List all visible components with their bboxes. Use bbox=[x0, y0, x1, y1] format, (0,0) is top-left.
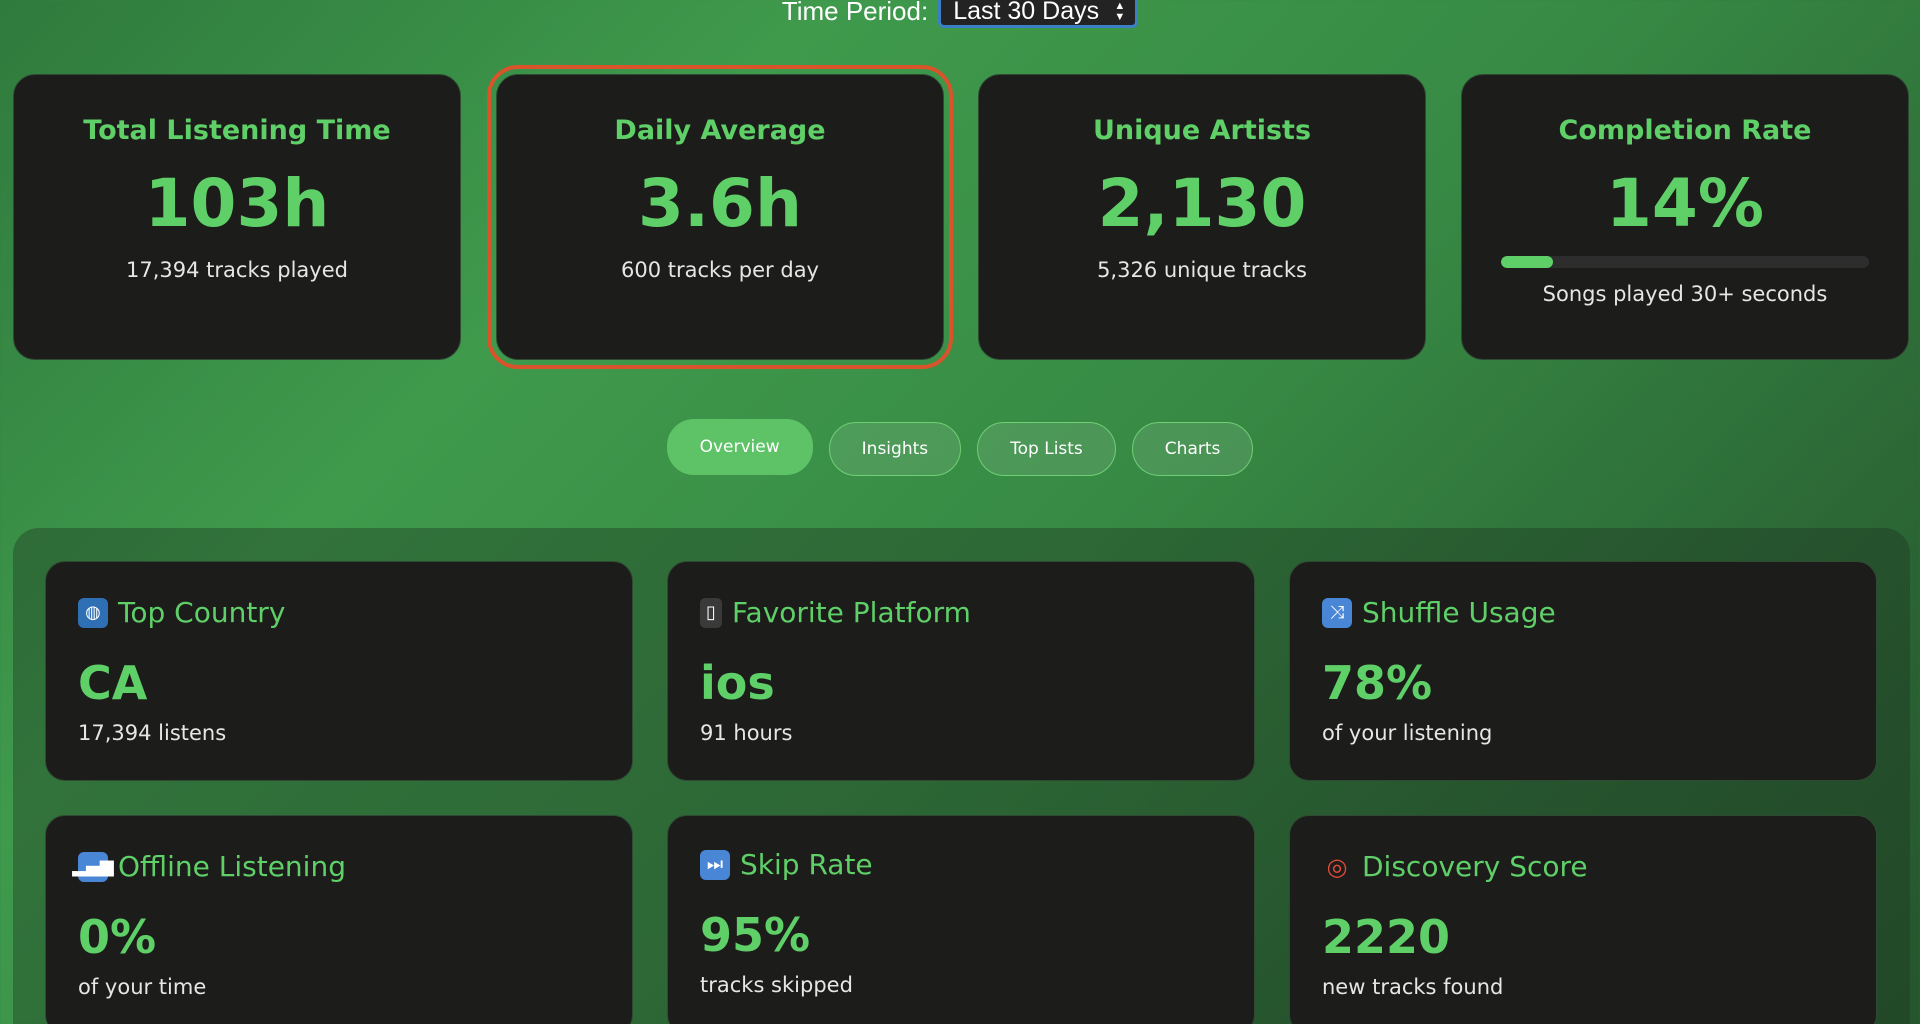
card-subtext: tracks skipped bbox=[700, 973, 853, 997]
stat-card-completion-rate: Completion Rate 14% Songs played 30+ sec… bbox=[1461, 74, 1909, 360]
phone-icon: ▯ bbox=[700, 597, 722, 628]
card-subtext: new tracks found bbox=[1322, 975, 1504, 999]
card-value: 78% bbox=[1322, 656, 1433, 710]
stat-card-unique-artists: Unique Artists 2,130 5,326 unique tracks bbox=[978, 74, 1426, 360]
stat-subtext: Songs played 30+ seconds bbox=[1542, 282, 1828, 306]
time-period-select[interactable]: Last 30 Days ▲ ▼ bbox=[938, 0, 1139, 28]
stat-value: 14% bbox=[1606, 165, 1764, 242]
signal-icon: ▂▄▆ bbox=[72, 851, 114, 882]
select-updown-icon: ▲ ▼ bbox=[1114, 0, 1126, 23]
card-value: ios bbox=[700, 656, 775, 710]
overview-panel: ◍ Top Country CA 17,394 listens ▯ Favori… bbox=[13, 528, 1910, 1024]
time-period-bar: Time Period: Last 30 Days ▲ ▼ bbox=[0, 0, 1920, 28]
card-value: 95% bbox=[700, 908, 811, 962]
time-period-selected-value: Last 30 Days bbox=[953, 0, 1100, 25]
target-icon: ◎ bbox=[1326, 852, 1348, 881]
card-value: CA bbox=[78, 656, 148, 710]
globe-icon: ◍ bbox=[78, 597, 108, 628]
card-title: Skip Rate bbox=[740, 848, 873, 881]
view-tabs: Overview Insights Top Lists Charts bbox=[0, 419, 1920, 476]
card-value: 2220 bbox=[1322, 910, 1451, 964]
completion-progress-fill bbox=[1501, 256, 1553, 268]
stat-title: Daily Average bbox=[614, 115, 826, 146]
card-favorite-platform: ▯ Favorite Platform ios 91 hours bbox=[667, 561, 1255, 781]
time-period-label: Time Period: bbox=[781, 0, 929, 26]
card-subtext: of your listening bbox=[1322, 721, 1493, 745]
stat-subtext: 600 tracks per day bbox=[620, 258, 819, 282]
stat-subtext: 5,326 unique tracks bbox=[1097, 258, 1307, 282]
shuffle-icon: ⤨ bbox=[1322, 597, 1352, 628]
tab-insights[interactable]: Insights bbox=[828, 422, 962, 476]
tab-top-lists[interactable]: Top Lists bbox=[977, 422, 1116, 476]
card-title: Offline Listening bbox=[118, 850, 346, 883]
stat-card-total-listening-time: Total Listening Time 103h 17,394 tracks … bbox=[13, 74, 461, 360]
card-top-country: ◍ Top Country CA 17,394 listens bbox=[45, 561, 633, 781]
completion-progress-bar bbox=[1501, 256, 1869, 268]
card-skip-rate: ⏭ Skip Rate 95% tracks skipped bbox=[667, 815, 1255, 1024]
card-subtext: 17,394 listens bbox=[78, 721, 227, 745]
card-value: 0% bbox=[78, 910, 157, 964]
skip-forward-icon: ⏭ bbox=[700, 849, 730, 880]
card-title: Top Country bbox=[118, 596, 286, 629]
stat-card-daily-average: Daily Average 3.6h 600 tracks per day bbox=[487, 65, 953, 369]
tab-overview[interactable]: Overview bbox=[666, 419, 813, 475]
card-shuffle-usage: ⤨ Shuffle Usage 78% of your listening bbox=[1289, 561, 1877, 781]
tab-charts[interactable]: Charts bbox=[1131, 422, 1254, 476]
stat-value: 103h bbox=[144, 165, 330, 242]
stat-value: 3.6h bbox=[638, 165, 802, 242]
stat-title: Completion Rate bbox=[1558, 115, 1812, 146]
card-title: Shuffle Usage bbox=[1362, 596, 1556, 629]
card-subtext: of your time bbox=[78, 975, 207, 999]
card-offline-listening: ▂▄▆ Offline Listening 0% of your time bbox=[45, 815, 633, 1024]
stat-subtext: 17,394 tracks played bbox=[126, 258, 348, 282]
card-title: Discovery Score bbox=[1362, 850, 1588, 883]
stat-title: Total Listening Time bbox=[83, 115, 391, 146]
card-discovery-score: ◎ Discovery Score 2220 new tracks found bbox=[1289, 815, 1877, 1024]
card-subtext: 91 hours bbox=[700, 721, 793, 745]
card-title: Favorite Platform bbox=[732, 596, 971, 629]
stat-title: Unique Artists bbox=[1092, 115, 1312, 146]
stat-value: 2,130 bbox=[1097, 165, 1307, 242]
